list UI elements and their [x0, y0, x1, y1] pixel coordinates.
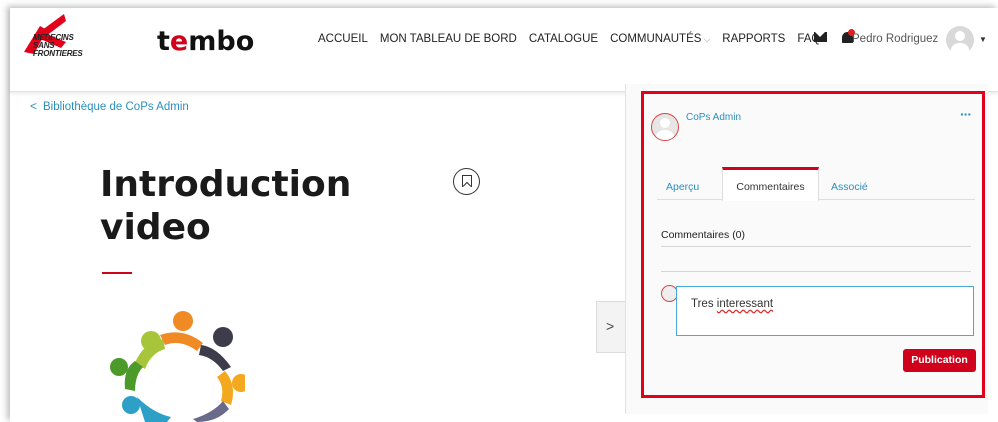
mail-icon[interactable] — [814, 32, 827, 42]
nav-rapports[interactable]: RAPPORTS — [722, 33, 785, 45]
breadcrumb-label: Bibliothèque de CoPs Admin — [43, 101, 189, 113]
publish-button[interactable]: Publication — [903, 349, 976, 372]
figure-body — [199, 345, 231, 371]
comments-heading: Commentaires (0) — [661, 229, 746, 241]
more-options-icon[interactable]: ··· — [960, 106, 972, 122]
figure-head — [122, 396, 140, 414]
caret-down-icon[interactable]: ▼ — [979, 35, 987, 44]
figure-head — [173, 311, 193, 331]
panel-tabs: Aperçu Commentaires Associé — [657, 167, 975, 201]
bookmark-icon[interactable] — [453, 168, 480, 195]
chevron-down-icon: ⌵ — [703, 34, 711, 44]
figure-head — [110, 358, 128, 376]
main-nav: ACCUEIL MON TABLEAU DE BORD CATALOGUE CO… — [318, 33, 832, 45]
breadcrumb[interactable]: < Bibliothèque de CoPs Admin — [30, 99, 189, 113]
nav-accueil[interactable]: ACCUEIL — [318, 33, 368, 45]
comment-text-misspelled: interessant — [716, 298, 774, 310]
figure-body — [193, 401, 229, 422]
tembo-logo-accent: e — [169, 26, 189, 57]
author-avatar[interactable] — [651, 113, 679, 141]
community-circle-image — [110, 311, 245, 422]
nav-catalogue[interactable]: CATALOGUE — [529, 33, 598, 45]
tab-commentaires[interactable]: Commentaires — [722, 167, 819, 201]
comment-input[interactable]: Tres interessant — [676, 286, 974, 336]
tembo-logo-part: t — [157, 26, 170, 57]
divider — [661, 246, 971, 247]
figure-head — [232, 374, 245, 392]
nav-communautes[interactable]: COMMUNAUTÉS ⌵ — [610, 33, 710, 45]
tembo-logo-part: mbo — [188, 26, 255, 57]
page-title-line: video — [100, 207, 211, 248]
page-title-line: Introduction — [100, 164, 352, 205]
figure-body — [137, 397, 171, 422]
tab-associe[interactable]: Associé — [831, 167, 868, 200]
nav-communautes-label: COMMUNAUTÉS — [610, 33, 702, 45]
msf-brand-label: MEDECINS SANS FRONTIERES — [33, 33, 83, 58]
user-avatar[interactable] — [946, 26, 974, 54]
tab-apercu[interactable]: Aperçu — [666, 167, 699, 200]
title-underline — [102, 272, 132, 274]
msf-logo-text: MEDECINS SANS FRONTIERES — [33, 34, 95, 58]
chevron-left-icon: < — [30, 99, 38, 113]
divider — [661, 271, 971, 272]
nav-icons — [814, 29, 855, 44]
user-name[interactable]: Pedro Rodriguez — [852, 33, 938, 45]
author-name[interactable]: CoPs Admin — [686, 112, 741, 123]
page-title: Introduction video — [100, 163, 430, 249]
nav-tableau-de-bord[interactable]: MON TABLEAU DE BORD — [380, 33, 517, 45]
figure-head — [213, 327, 233, 347]
panel-collapse-toggle[interactable]: > — [596, 301, 625, 353]
chevron-right-icon: > — [606, 318, 615, 334]
comment-text: Tres — [691, 298, 717, 310]
tembo-logo[interactable]: tembo — [157, 26, 254, 57]
figure-body — [217, 371, 233, 405]
figure-body — [160, 332, 203, 351]
